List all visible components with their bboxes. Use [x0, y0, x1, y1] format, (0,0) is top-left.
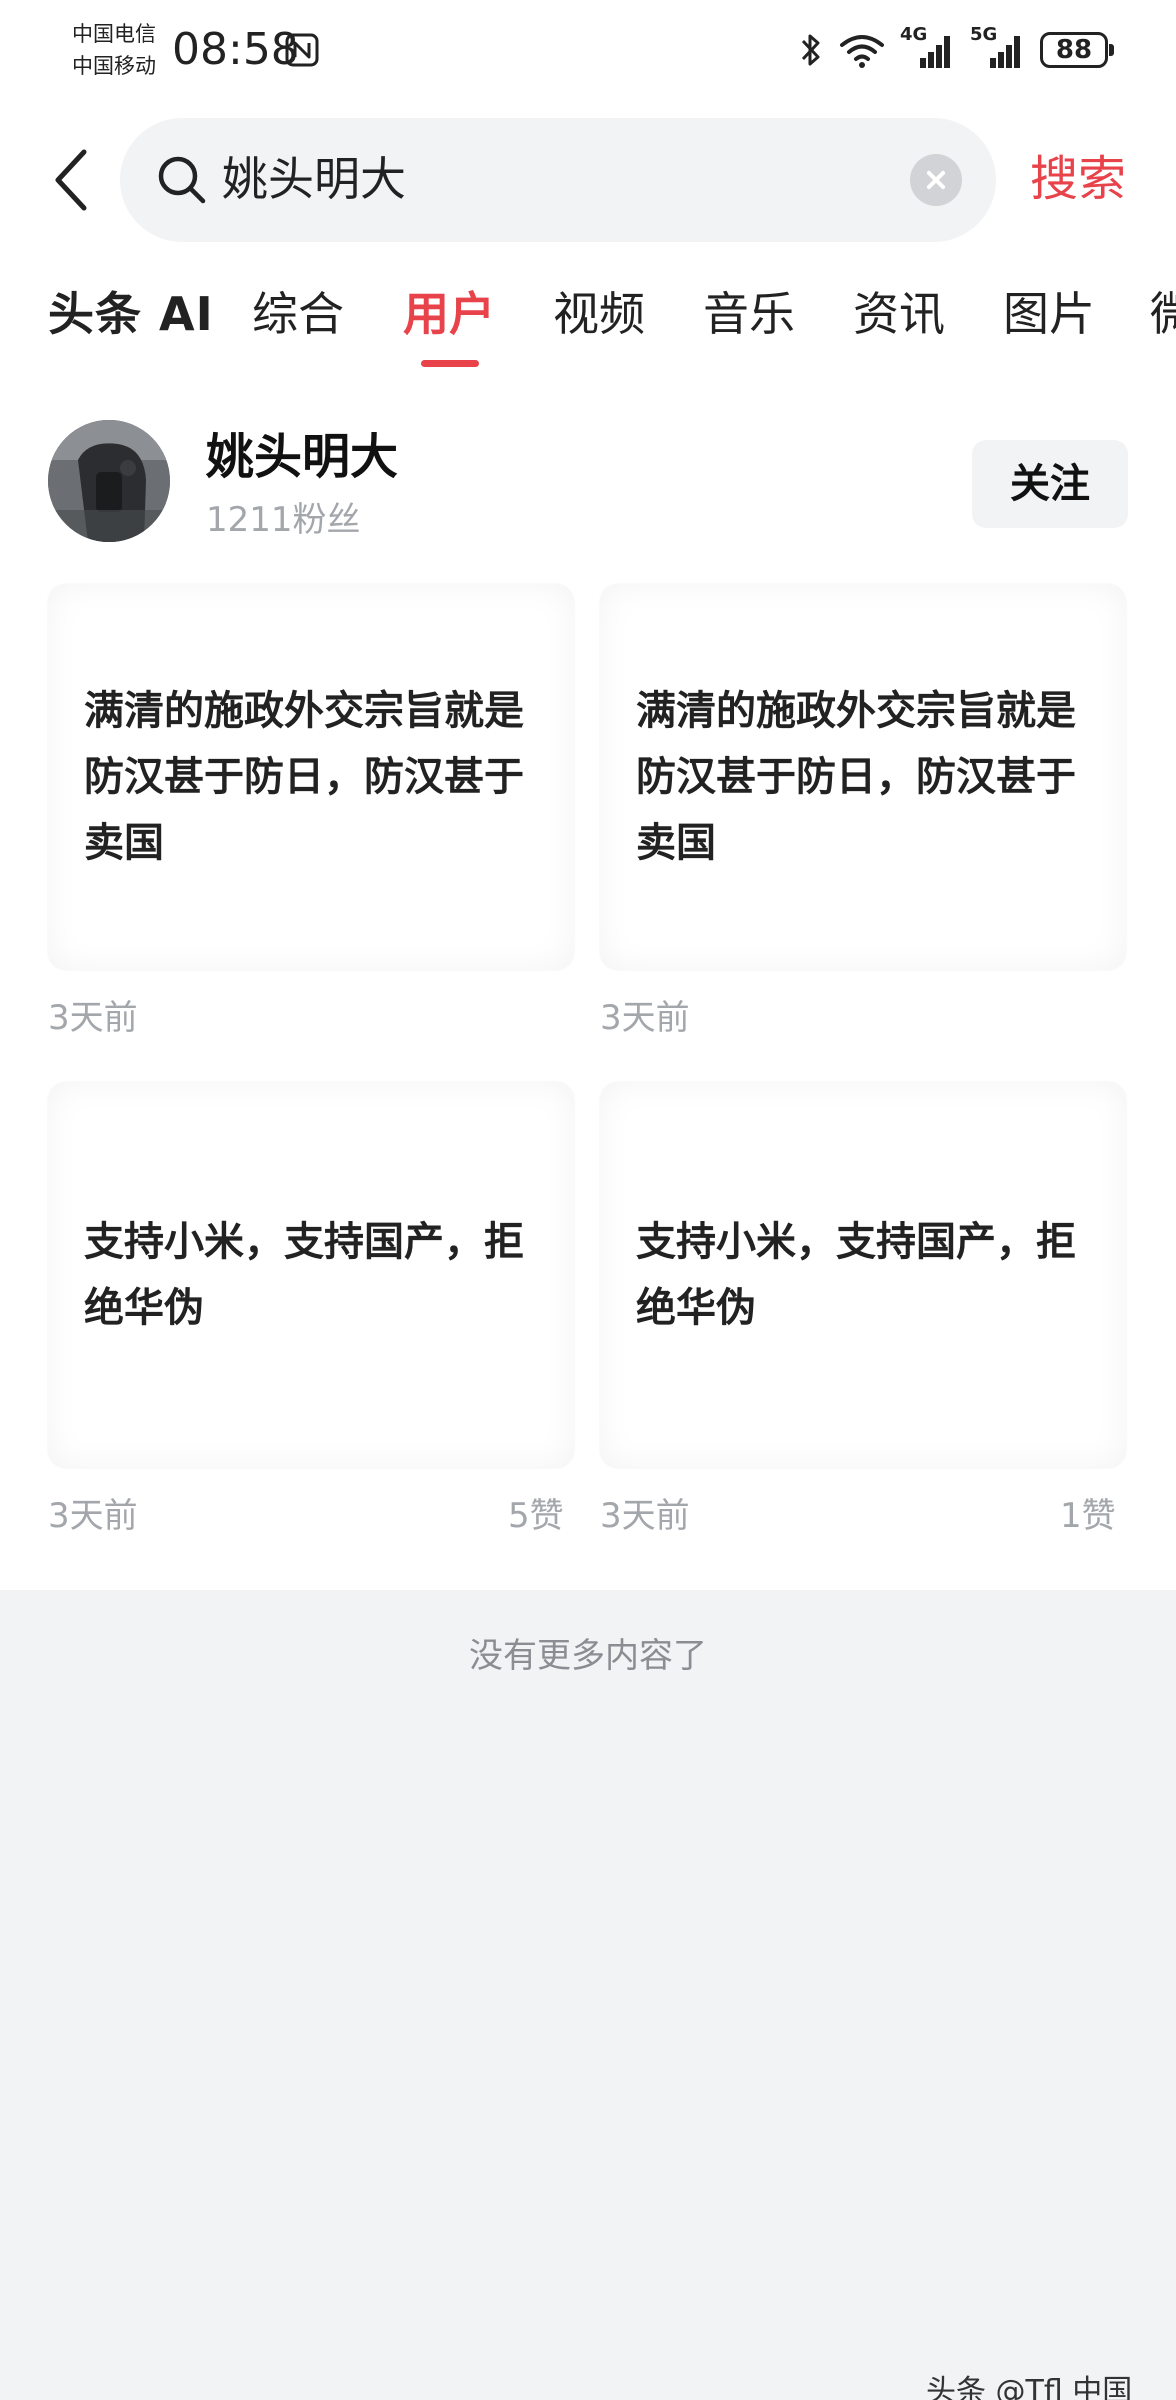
search-button[interactable]: 搜索 [1030, 146, 1126, 212]
search-input[interactable]: 姚头明大 [120, 118, 996, 242]
avatar[interactable] [48, 420, 170, 542]
post-like-count: 5赞 [508, 1496, 564, 1536]
tab-news[interactable]: 资讯 [853, 282, 945, 346]
signal-4g-icon: 4G [900, 24, 956, 70]
tab-music[interactable]: 音乐 [703, 282, 795, 346]
post-text: 满清的施政外交宗旨就是防汉甚于防日，防汉甚于卖国 [636, 688, 1076, 866]
list-end-section: 没有更多内容了 头条 @Tfl 中国 [0, 1590, 1176, 2400]
tab-videos[interactable]: 视频 [553, 282, 645, 346]
wifi-icon [840, 35, 884, 68]
bluetooth-icon [801, 34, 820, 66]
chevron-left-icon [55, 149, 87, 211]
status-icons: 4G 5G 88 [798, 24, 1114, 72]
tab-images[interactable]: 图片 [1003, 282, 1095, 346]
tab-toutiao-ai[interactable]: 头条 AI [48, 282, 214, 346]
post-card[interactable]: 满清的施政外交宗旨就是防汉甚于防日，防汉甚于卖国 [48, 584, 574, 970]
post-text: 支持小米，支持国产，拒绝华伪 [636, 1219, 1076, 1331]
post-card[interactable]: 支持小米，支持国产，拒绝华伪 [600, 1082, 1126, 1468]
post-text: 支持小米，支持国产，拒绝华伪 [84, 1219, 524, 1331]
post-card[interactable]: 支持小米，支持国产，拒绝华伪 [48, 1082, 574, 1468]
search-query-text[interactable]: 姚头明大 [222, 146, 406, 212]
post-like-count: 1赞 [1060, 1496, 1116, 1536]
category-tabs: 头条 AI 综合 用户 视频 音乐 资讯 图片 微 [0, 276, 1176, 376]
post-time: 3天前 [48, 998, 138, 1038]
nfc-icon [285, 33, 319, 67]
user-name[interactable]: 姚头明大 [206, 424, 398, 490]
post-time: 3天前 [48, 1496, 138, 1536]
clear-icon[interactable] [910, 154, 962, 206]
user-fan-count: 1211粉丝 [206, 500, 361, 540]
active-tab-indicator [421, 360, 479, 367]
watermark: 头条 @Tfl 中国 [926, 2374, 1133, 2400]
post-card[interactable]: 满清的施政外交宗旨就是防汉甚于防日，防汉甚于卖国 [600, 584, 1126, 970]
carrier-labels: 中国电信 中国移动 [72, 18, 156, 82]
follow-button[interactable]: 关注 [972, 440, 1128, 528]
tab-comprehensive[interactable]: 综合 [252, 282, 344, 346]
search-icon [158, 156, 206, 204]
status-time: 08:58 [172, 24, 299, 75]
battery-icon: 88 [1040, 32, 1114, 68]
user-result-row[interactable]: 姚头明大 1211粉丝 关注 [0, 414, 1176, 550]
search-header: 姚头明大 搜索 [0, 118, 1176, 242]
signal-5g-icon: 5G [970, 24, 1026, 70]
carrier-1: 中国电信 [72, 22, 156, 46]
post-time: 3天前 [600, 1496, 690, 1536]
status-bar: 中国电信 中国移动 08:58 4G 5G 88 [0, 0, 1176, 100]
tab-micro[interactable]: 微 [1150, 282, 1176, 346]
post-time: 3天前 [600, 998, 690, 1038]
post-text: 满清的施政外交宗旨就是防汉甚于防日，防汉甚于卖国 [84, 688, 524, 866]
tab-users[interactable]: 用户 [403, 282, 495, 346]
carrier-2: 中国移动 [72, 54, 156, 78]
no-more-content-label: 没有更多内容了 [469, 1636, 707, 1676]
back-button[interactable] [42, 142, 102, 218]
